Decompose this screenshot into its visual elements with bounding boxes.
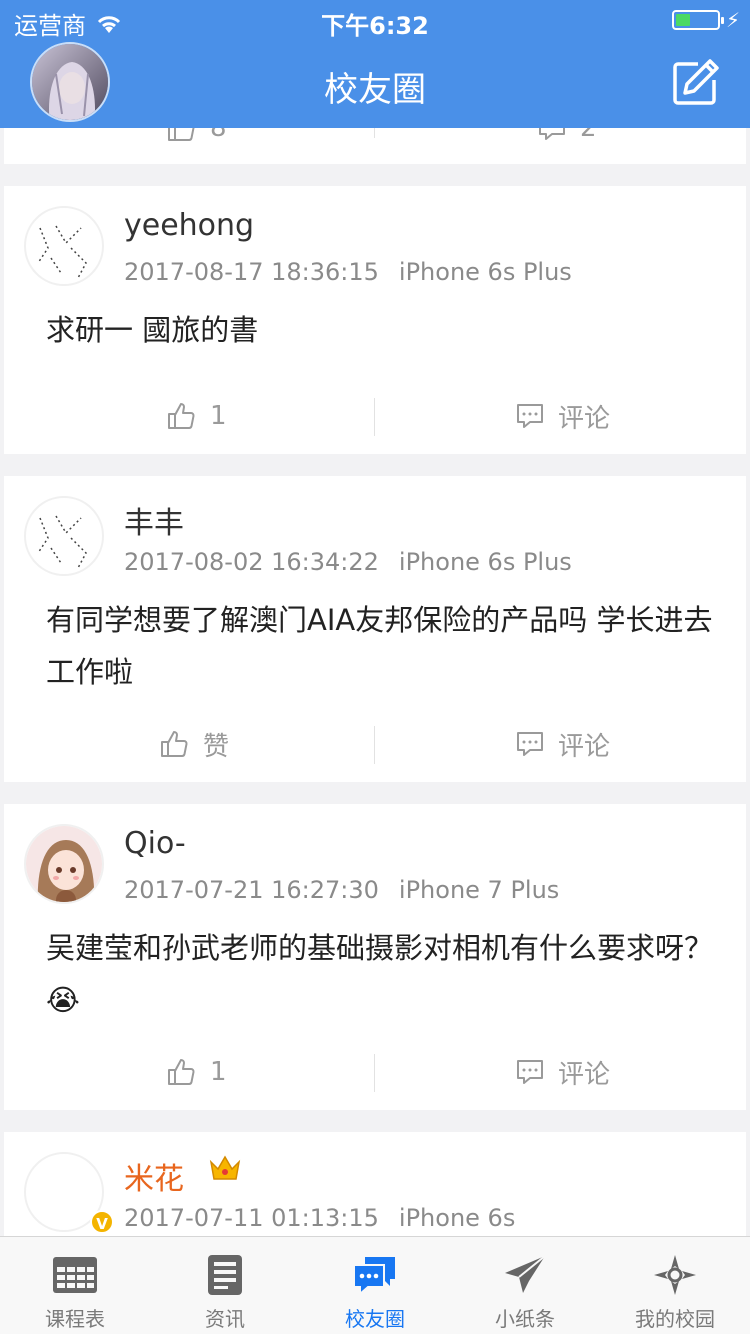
comment-button[interactable]: 评论 xyxy=(516,716,610,772)
tab-label: 资讯 xyxy=(205,1307,245,1331)
username[interactable]: Qio- xyxy=(124,826,186,861)
comment-label: 评论 xyxy=(558,731,611,762)
like-button[interactable]: 赞 xyxy=(159,716,229,772)
thumbs-up-icon xyxy=(168,403,195,429)
thumbs-up-icon xyxy=(161,731,188,757)
comment-button[interactable]: 评论 xyxy=(516,388,610,444)
page-title: 校友圈 xyxy=(324,70,426,110)
tab-label: 我的校园 xyxy=(635,1307,715,1331)
post-device: iPhone 6s Plus xyxy=(398,258,572,286)
post-content[interactable]: 有同学想要了解澳门AIA友邦保险的产品吗 学长进去工作啦 xyxy=(46,594,736,698)
comment-button[interactable]: 评论 xyxy=(516,1044,610,1100)
charging-icon: ⚡ xyxy=(725,8,740,32)
tab-timetable[interactable]: 课程表 xyxy=(0,1237,150,1334)
post-meta: 2017-07-21 16:27:30 iPhone 7 Plus xyxy=(124,876,559,904)
like-button[interactable]: 1 xyxy=(166,388,227,444)
thumbs-up-icon xyxy=(168,1059,195,1085)
edit-icon xyxy=(673,59,719,105)
status-bar: 运营商 下午6:32 ⚡ xyxy=(0,0,750,40)
comment-label: 评论 xyxy=(558,403,611,434)
post-device: iPhone 6s xyxy=(398,1204,516,1232)
post-card[interactable]: V 米花 2017-07-11 01:13:15 iPhone 6s xyxy=(4,1132,746,1242)
like-count: 1 xyxy=(210,401,227,431)
post-card[interactable]: yeehong 2017-08-17 18:36:15 iPhone 6s Plu… xyxy=(4,186,746,454)
post-actions: 1 评论 xyxy=(4,1044,746,1100)
post-content[interactable]: 吴建莹和孙武老师的基础摄影对相机有什么要求呀？😭 xyxy=(46,922,736,1026)
compass-icon xyxy=(654,1255,696,1295)
action-divider xyxy=(374,1054,375,1092)
post-card[interactable]: 丰丰 2017-08-02 16:34:22 iPhone 6s Plus 有同学… xyxy=(4,476,746,782)
paper-plane-icon xyxy=(505,1255,546,1293)
battery-level xyxy=(676,14,690,26)
tab-news[interactable]: 资讯 xyxy=(150,1237,300,1334)
post-card[interactable]: Qio- 2017-07-21 16:27:30 iPhone 7 Plus 吴建… xyxy=(4,804,746,1110)
battery-icon xyxy=(672,10,724,30)
verified-badge: V xyxy=(90,1210,114,1234)
status-time: 下午6:32 xyxy=(321,12,429,40)
post-timestamp: 2017-08-02 16:34:22 xyxy=(124,548,379,576)
post-timestamp: 2017-07-11 01:13:15 xyxy=(124,1204,379,1232)
avatar[interactable] xyxy=(24,496,104,576)
post-meta: 2017-08-17 18:36:15 iPhone 6s Plus xyxy=(124,258,572,286)
comment-label: 评论 xyxy=(558,1059,611,1090)
like-label: 赞 xyxy=(203,731,230,762)
username[interactable]: 丰丰 xyxy=(124,498,184,542)
comment-icon xyxy=(517,732,543,756)
like-count: 1 xyxy=(210,1057,227,1087)
post-device: iPhone 7 Plus xyxy=(398,876,560,904)
post-actions: 赞 评论 xyxy=(4,716,746,772)
compose-button[interactable] xyxy=(670,58,720,108)
username[interactable]: yeehong xyxy=(124,208,254,243)
username[interactable]: 米花 xyxy=(124,1154,184,1198)
tab-label: 小纸条 xyxy=(495,1307,555,1331)
comment-icon xyxy=(517,1060,543,1084)
chat-bubbles-icon xyxy=(353,1257,395,1297)
comment-icon xyxy=(517,404,543,428)
tab-bar: 课程表 资讯 校友圈 小纸条 我的校园 xyxy=(0,1236,750,1334)
post-content[interactable]: 求研一 國旅的書 xyxy=(46,304,736,356)
news-icon xyxy=(208,1255,242,1295)
action-divider xyxy=(374,398,375,436)
action-divider xyxy=(374,726,375,764)
tab-alumni-circle[interactable]: 校友圈 xyxy=(300,1237,450,1334)
post-actions: 1 评论 xyxy=(4,388,746,444)
post-device: iPhone 6s Plus xyxy=(398,548,572,576)
timetable-icon xyxy=(53,1257,97,1293)
post-meta: 2017-07-11 01:13:15 iPhone 6s xyxy=(124,1204,515,1232)
tab-label: 校友圈 xyxy=(345,1307,405,1331)
crown-icon xyxy=(208,1152,242,1188)
app-header: 运营商 下午6:32 ⚡ 校友圈 xyxy=(0,0,750,128)
like-button[interactable]: 1 xyxy=(166,1044,227,1100)
post-timestamp: 2017-07-21 16:27:30 xyxy=(124,876,379,904)
tab-notes[interactable]: 小纸条 xyxy=(450,1237,600,1334)
post-meta: 2017-08-02 16:34:22 iPhone 6s Plus xyxy=(124,548,572,576)
tab-label: 课程表 xyxy=(45,1307,105,1331)
post-timestamp: 2017-08-17 18:36:15 xyxy=(124,258,379,286)
tab-my-campus[interactable]: 我的校园 xyxy=(600,1237,750,1334)
avatar[interactable] xyxy=(24,824,104,904)
avatar[interactable] xyxy=(24,206,104,286)
